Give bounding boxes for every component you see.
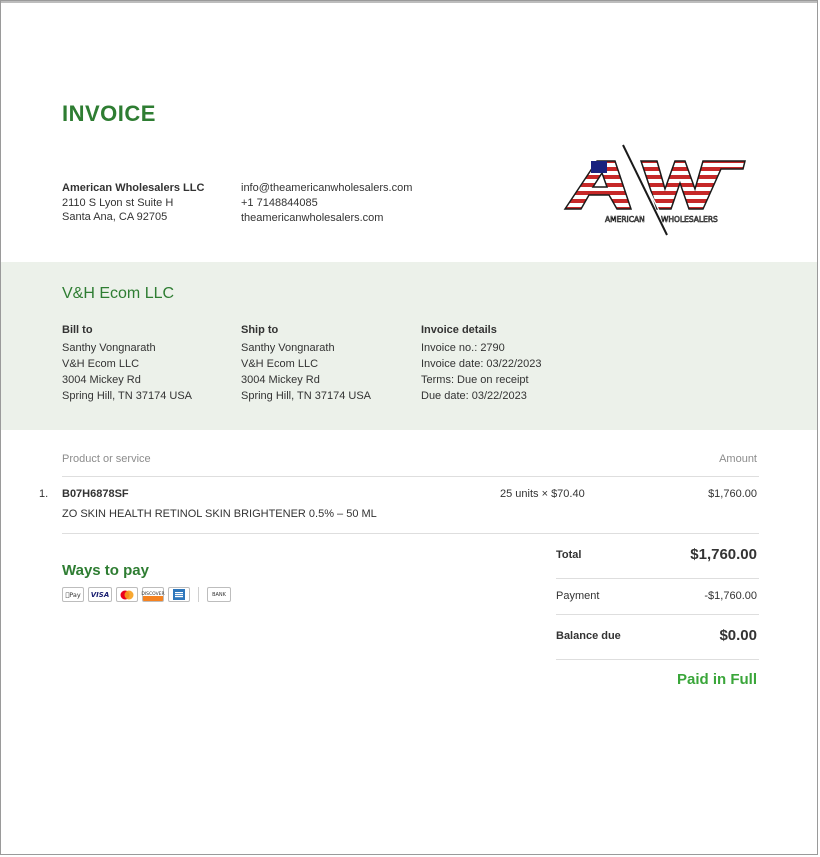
invoice-terms: Terms: Due on receipt (421, 374, 529, 386)
table-divider (62, 533, 759, 534)
ship-to-line: Santhy Vongnarath (241, 342, 335, 354)
bill-to-line: V&H Ecom LLC (62, 358, 140, 370)
invoice-title: INVOICE (62, 101, 156, 126)
balance-due-label: Balance due (556, 630, 621, 642)
amex-icon (168, 587, 190, 602)
bill-to-block: Bill to Santhy Vongnarath V&H Ecom LLC 3… (62, 322, 192, 404)
totals-divider (556, 659, 759, 660)
mastercard-icon (116, 587, 138, 602)
invoice-details-block: Invoice details Invoice no.: 2790 Invoic… (421, 322, 541, 404)
invoice-page: INVOICE American Wholesalers LLC 2110 S … (0, 0, 818, 855)
totals-divider (556, 614, 759, 615)
apple-pay-icon: Pay (62, 587, 84, 602)
ship-to-line: Spring Hill, TN 37174 USA (241, 390, 372, 402)
line-item-description: ZO SKIN HEALTH RETINOL SKIN BRIGHTENER 0… (62, 508, 377, 520)
table-divider (62, 476, 759, 477)
page-top-border (1, 1, 817, 3)
customer-name: V&H Ecom LLC (62, 285, 175, 302)
payment-method-icons: Pay VISA DISCOVER BANK (62, 587, 231, 602)
logo-subtitle-right: WHOLESALERS (661, 215, 718, 224)
ship-to-heading: Ship to (241, 324, 279, 336)
discover-icon: DISCOVER (141, 587, 165, 602)
ship-to-block: Ship to Santhy Vongnarath V&H Ecom LLC 3… (241, 322, 371, 404)
invoice-date: Invoice date: 03/22/2023 (421, 358, 542, 370)
invoice-number: Invoice no.: 2790 (421, 342, 505, 354)
seller-address-line1: 2110 S Lyon st Suite H (62, 196, 174, 209)
balance-due-value: $0.00 (719, 627, 757, 644)
seller-email: info@theamericanwholesalers.com (241, 182, 413, 194)
column-header-amount: Amount (719, 453, 757, 465)
seller-address-line2: Santa Ana, CA 92705 (62, 211, 168, 223)
seller-website: theamericanwholesalers.com (241, 212, 384, 224)
seller-address: American Wholesalers LLC 2110 S Lyon st … (62, 181, 204, 225)
column-header-product: Product or service (62, 453, 151, 465)
total-value: $1,760.00 (690, 546, 757, 563)
ship-to-line: V&H Ecom LLC (241, 358, 319, 370)
logo-subtitle-left: AMERICAN (605, 215, 645, 224)
line-item-amount: $1,760.00 (708, 488, 757, 500)
payment-value: -$1,760.00 (704, 590, 757, 602)
ways-to-pay-heading: Ways to pay (62, 562, 149, 579)
invoice-details-heading: Invoice details (421, 324, 497, 336)
seller-name: American Wholesalers LLC (62, 182, 205, 194)
line-item-number: 1. (39, 488, 49, 500)
bill-to-heading: Bill to (62, 324, 93, 336)
ship-to-line: 3004 Mickey Rd (241, 374, 320, 386)
invoice-due-date: Due date: 03/22/2023 (421, 390, 527, 402)
seller-contact: info@theamericanwholesalers.com +1 71488… (241, 181, 412, 226)
seller-phone: +1 7148844085 (241, 197, 318, 209)
bill-to-line: 3004 Mickey Rd (62, 374, 141, 386)
total-label: Total (556, 549, 582, 561)
payment-label: Payment (556, 590, 600, 602)
aw-logo-graphic: AMERICAN WHOLESALERS (563, 144, 746, 236)
paid-status: Paid in Full (676, 671, 757, 688)
payment-icon-separator (198, 587, 199, 602)
line-item-quantity-price: 25 units × $70.40 (500, 488, 585, 500)
bill-to-line: Santhy Vongnarath (62, 342, 156, 354)
visa-icon: VISA (88, 587, 112, 602)
line-item-sku: B07H6878SF (62, 488, 129, 500)
bill-to-line: Spring Hill, TN 37174 USA (62, 390, 193, 402)
company-logo: AMERICAN WHOLESALERS (561, 143, 751, 241)
bank-icon: BANK (207, 587, 231, 602)
totals-divider (556, 578, 759, 579)
